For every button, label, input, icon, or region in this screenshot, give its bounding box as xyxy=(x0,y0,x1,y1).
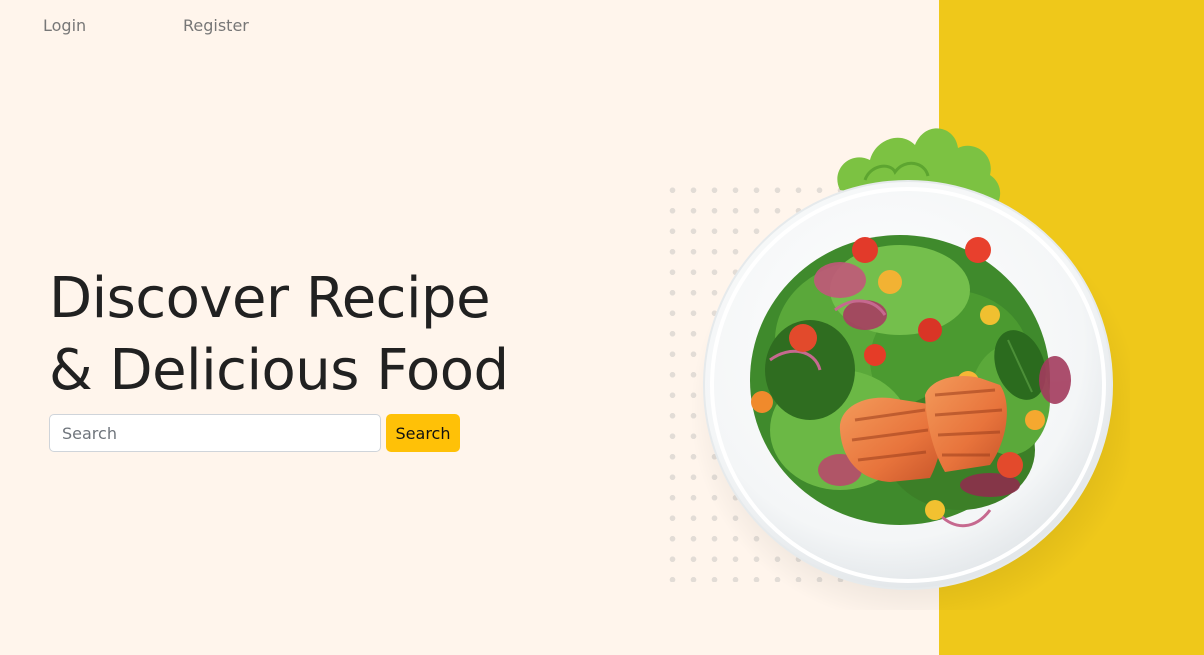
hero-title: Discover Recipe & Delicious Food xyxy=(49,263,509,407)
hero-dish-image xyxy=(690,110,1130,610)
search-input[interactable] xyxy=(49,414,381,452)
hero-title-line-2: & Delicious Food xyxy=(49,338,509,403)
landing-page: Login Register Discover Recipe & Delicio… xyxy=(0,0,1204,655)
register-link[interactable]: Register xyxy=(183,16,249,35)
search-button[interactable]: Search xyxy=(386,414,460,452)
hero-title-line-1: Discover Recipe xyxy=(49,266,491,331)
login-link[interactable]: Login xyxy=(43,16,86,35)
